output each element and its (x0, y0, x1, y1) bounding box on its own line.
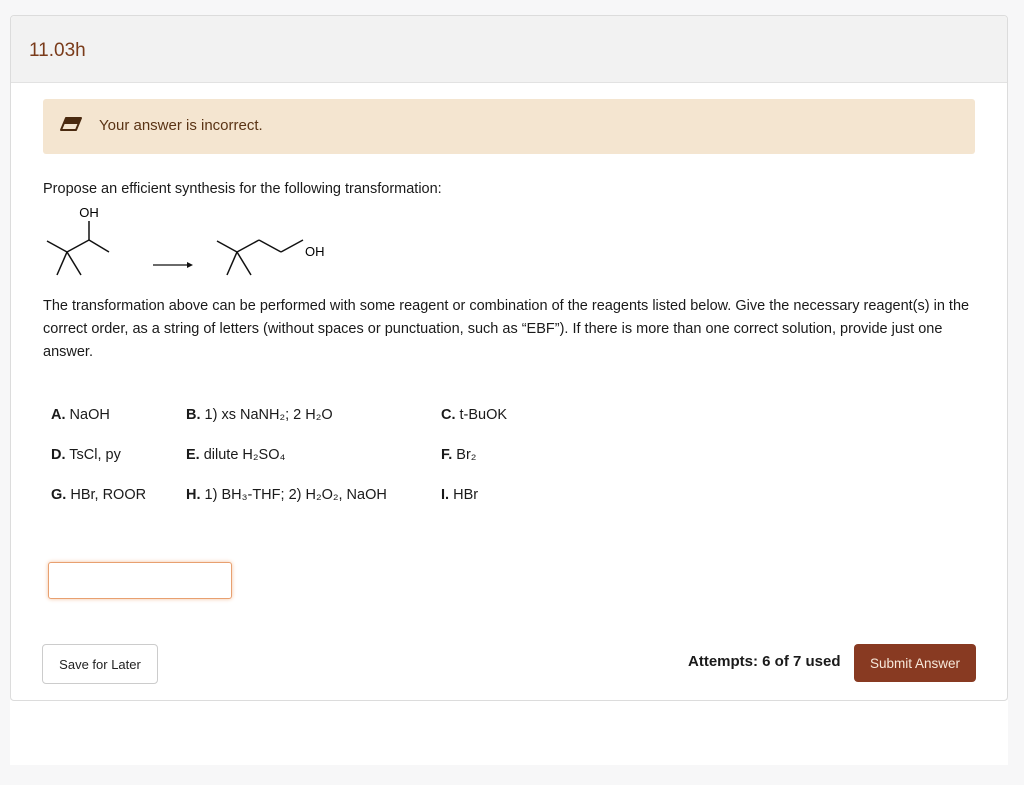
reagent-option: G. HBr, ROOR (51, 487, 146, 503)
question-instructions: The transformation above can be performe… (43, 298, 970, 360)
alert-message: Your answer is incorrect. (99, 117, 263, 134)
answer-input[interactable] (48, 562, 232, 599)
reagent-text: TsCl, py (65, 447, 121, 463)
reagent-letter: E. (186, 447, 200, 463)
reaction-arrow-icon (153, 262, 193, 268)
product-oh-label: OH (305, 244, 325, 259)
page-background (10, 700, 1008, 765)
reagent-text: NaOH (65, 407, 110, 423)
reagent-letter: I. (441, 487, 450, 503)
reagent-option: C. t-BuOK (441, 407, 507, 423)
reagent-text: 1) BH₃-THF; 2) H₂O₂, NaOH (200, 487, 387, 503)
reagent-option: F. Br₂ (441, 447, 476, 463)
product-structure (216, 239, 304, 276)
reagent-text: HBr, ROOR (66, 487, 147, 503)
reagent-text: HBr (449, 487, 479, 503)
submit-answer-button[interactable]: Submit Answer (854, 644, 976, 682)
question-prompt: Propose an efficient synthesis for the f… (43, 181, 442, 197)
reagent-letter: B. (186, 407, 201, 423)
incorrect-alert: Your answer is incorrect. (43, 99, 975, 154)
save-for-later-button[interactable]: Save for Later (42, 644, 158, 684)
reagent-letter: F. (441, 447, 453, 463)
reagent-option: A. NaOH (51, 407, 110, 423)
reagent-text: dilute H₂SO₄ (199, 447, 286, 463)
reagent-letter: H. (186, 487, 201, 503)
reaction-scheme: OH OH (46, 205, 325, 276)
reagent-letter: C. (441, 407, 456, 423)
reagent-text: 1) xs NaNH₂; 2 H₂O (200, 407, 333, 423)
reagent-option: B. 1) xs NaNH₂; 2 H₂O (186, 407, 333, 423)
attempts-counter: Attempts: 6 of 7 used (688, 653, 841, 670)
question-title: 11.03h (29, 40, 86, 61)
reactant-structure (46, 221, 110, 276)
eraser-icon (59, 117, 83, 138)
question-card: 11.03h Your answer is incorrect. Propose… (10, 15, 1008, 701)
reagent-letter: G. (51, 487, 67, 503)
reagent-option: E. dilute H₂SO₄ (186, 447, 285, 463)
reagent-option: I. HBr (441, 487, 478, 503)
reactant-oh-label: OH (79, 205, 99, 220)
reagent-text: Br₂ (452, 447, 477, 463)
reagent-letter: D. (51, 447, 66, 463)
reagent-text: t-BuOK (455, 407, 508, 423)
reagent-letter: A. (51, 407, 66, 423)
reagent-option: H. 1) BH₃-THF; 2) H₂O₂, NaOH (186, 487, 387, 503)
question-header (11, 16, 1007, 83)
reagent-option: D. TsCl, py (51, 447, 121, 463)
